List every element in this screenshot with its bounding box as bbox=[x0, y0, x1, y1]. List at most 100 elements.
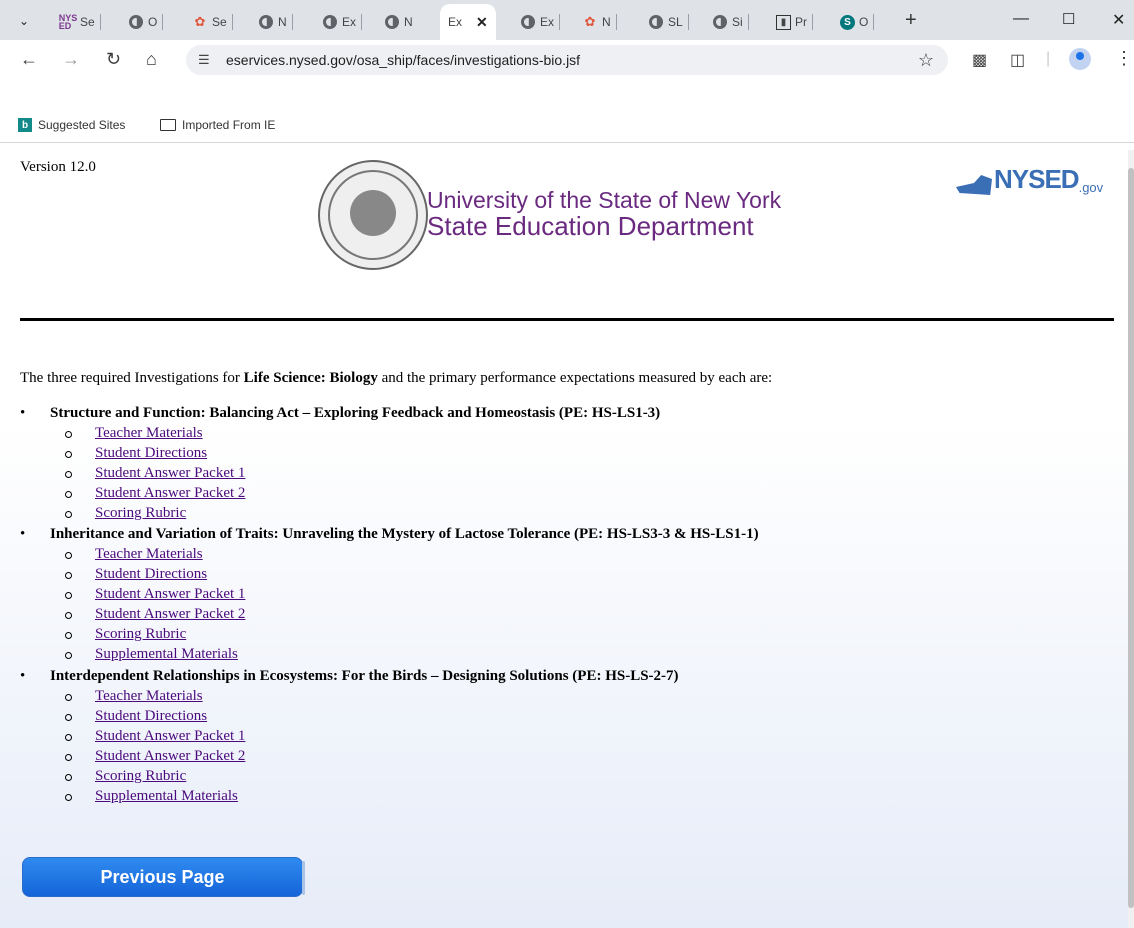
tab-active[interactable]: Ex ✕ bbox=[440, 4, 496, 40]
list-item: Student Directions bbox=[0, 445, 1120, 465]
investigation-title-text: Inheritance and Variation of Traits: Unr… bbox=[50, 526, 759, 542]
link-scoring-rubric[interactable]: Scoring Rubric bbox=[95, 505, 186, 521]
ny-state-map-icon bbox=[956, 175, 992, 195]
link-student-answer-packet-1[interactable]: Student Answer Packet 1 bbox=[95, 586, 245, 602]
maximize-button[interactable]: ☐ bbox=[1062, 10, 1075, 28]
tab-9[interactable]: ✿ N bbox=[582, 9, 617, 35]
close-window-button[interactable]: ✕ bbox=[1112, 10, 1125, 30]
tab-label: Pr bbox=[795, 15, 807, 29]
back-button[interactable]: ← bbox=[20, 49, 38, 70]
tab-label: Se bbox=[212, 15, 227, 29]
tab-11[interactable]: Si bbox=[712, 9, 749, 35]
tab-label: Se bbox=[80, 15, 95, 29]
nysed-gov-logo[interactable]: NYSED .gov bbox=[956, 164, 1103, 195]
list-item: Teacher Materials bbox=[0, 688, 1120, 708]
tab-separator bbox=[361, 14, 363, 30]
bookmark-label: Imported From IE bbox=[182, 118, 276, 132]
extension-icon[interactable]: ▩ bbox=[972, 50, 987, 70]
investigation-links: Teacher Materials Student Directions Stu… bbox=[0, 425, 1120, 525]
link-student-answer-packet-2[interactable]: Student Answer Packet 2 bbox=[95, 748, 245, 764]
investigation-title-text: Interdependent Relationships in Ecosyste… bbox=[50, 668, 679, 684]
site-info-icon[interactable]: ☰ bbox=[198, 52, 216, 68]
link-scoring-rubric[interactable]: Scoring Rubric bbox=[95, 626, 186, 642]
globe-icon bbox=[520, 14, 536, 30]
previous-page-button[interactable]: Previous Page bbox=[22, 857, 305, 897]
tab-4[interactable]: N bbox=[258, 9, 293, 35]
tab-search-button[interactable]: ⌄ bbox=[12, 9, 36, 33]
browser-toolbar: ← → ↻ ⌂ ☰ eservices.nysed.gov/osa_ship/f… bbox=[0, 40, 1134, 78]
folder-icon bbox=[160, 119, 176, 131]
menu-kebab-icon[interactable]: ⋮ bbox=[1115, 48, 1133, 69]
bullet bbox=[65, 511, 72, 518]
bullet bbox=[65, 552, 72, 559]
header-divider bbox=[20, 318, 1114, 321]
bookmark-imported-from-ie[interactable]: Imported From IE bbox=[160, 118, 275, 132]
link-student-directions[interactable]: Student Directions bbox=[95, 708, 207, 724]
link-teacher-materials[interactable]: Teacher Materials bbox=[95, 688, 203, 704]
tab-6[interactable]: N bbox=[384, 9, 413, 35]
bookmarks-bar: b Suggested Sites Imported From IE bbox=[0, 112, 1134, 143]
intro-subject: Life Science: Biology bbox=[243, 370, 378, 386]
globe-icon bbox=[712, 14, 728, 30]
profile-avatar[interactable] bbox=[1069, 48, 1091, 70]
tab-separator bbox=[99, 14, 101, 30]
close-tab-icon[interactable]: ✕ bbox=[476, 14, 488, 31]
list-item: Scoring Rubric bbox=[0, 768, 1120, 788]
tab-separator bbox=[873, 14, 875, 30]
link-scoring-rubric[interactable]: Scoring Rubric bbox=[95, 768, 186, 784]
tab-13[interactable]: S O bbox=[840, 9, 875, 35]
bullet bbox=[65, 471, 72, 478]
tab-10[interactable]: SL bbox=[648, 9, 689, 35]
globe-icon bbox=[648, 14, 664, 30]
tab-1[interactable]: NYS ED Se bbox=[58, 9, 101, 35]
bookmark-suggested-sites[interactable]: b Suggested Sites bbox=[18, 118, 125, 132]
bullet bbox=[65, 612, 72, 619]
link-teacher-materials[interactable]: Teacher Materials bbox=[95, 546, 203, 562]
globe-icon bbox=[322, 14, 338, 30]
intro-post: and the primary performance expectations… bbox=[377, 370, 773, 386]
tab-label: Ex bbox=[540, 15, 555, 29]
investigation-title: • Interdependent Relationships in Ecosyst… bbox=[0, 668, 1120, 688]
new-tab-button[interactable]: + bbox=[905, 9, 917, 32]
tab-separator bbox=[747, 14, 749, 30]
nysed-favicon-icon: NYS ED bbox=[58, 13, 78, 31]
bookmark-star-icon[interactable]: ☆ bbox=[918, 50, 934, 71]
forward-button[interactable]: → bbox=[62, 49, 80, 70]
extensions-puzzle-icon[interactable]: ◫ bbox=[1010, 50, 1025, 70]
tab-12[interactable]: ▮ Pr bbox=[776, 9, 813, 35]
bookmark-label: Suggested Sites bbox=[38, 118, 126, 132]
minimize-button[interactable]: — bbox=[1013, 10, 1029, 28]
bullet bbox=[65, 794, 72, 801]
link-student-directions[interactable]: Student Directions bbox=[95, 445, 207, 461]
link-supplemental-materials[interactable]: Supplemental Materials bbox=[95, 788, 238, 804]
page-scrollbar[interactable] bbox=[1128, 150, 1134, 928]
tab-5[interactable]: Ex bbox=[322, 9, 363, 35]
link-supplemental-materials[interactable]: Supplemental Materials bbox=[95, 646, 238, 662]
tab-8[interactable]: Ex bbox=[520, 9, 561, 35]
reload-button[interactable]: ↻ bbox=[106, 49, 121, 70]
url-text[interactable]: eservices.nysed.gov/osa_ship/faces/inves… bbox=[226, 52, 580, 68]
address-bar[interactable]: ☰ eservices.nysed.gov/osa_ship/faces/inv… bbox=[186, 45, 948, 75]
scrollbar-thumb[interactable] bbox=[1128, 168, 1134, 908]
tab-separator bbox=[615, 14, 617, 30]
tab-2[interactable]: O bbox=[128, 9, 164, 35]
home-button[interactable]: ⌂ bbox=[146, 49, 157, 70]
tab-separator bbox=[812, 14, 813, 30]
link-student-answer-packet-1[interactable]: Student Answer Packet 1 bbox=[95, 465, 245, 481]
bullet bbox=[65, 694, 72, 701]
link-student-answer-packet-1[interactable]: Student Answer Packet 1 bbox=[95, 728, 245, 744]
list-item: Student Answer Packet 1 bbox=[0, 728, 1120, 748]
sharepoint-icon: S bbox=[840, 14, 855, 30]
bullet bbox=[65, 431, 72, 438]
tab-separator bbox=[559, 14, 561, 30]
link-student-answer-packet-2[interactable]: Student Answer Packet 2 bbox=[95, 606, 245, 622]
tab-3[interactable]: ✿ Se bbox=[192, 9, 233, 35]
bullet bbox=[65, 491, 72, 498]
link-teacher-materials[interactable]: Teacher Materials bbox=[95, 425, 203, 441]
list-item: Student Directions bbox=[0, 566, 1120, 586]
bullet bbox=[65, 632, 72, 639]
link-student-answer-packet-2[interactable]: Student Answer Packet 2 bbox=[95, 485, 245, 501]
investigation-links: Teacher Materials Student Directions Stu… bbox=[0, 546, 1120, 666]
link-student-directions[interactable]: Student Directions bbox=[95, 566, 207, 582]
org-title: University of the State of New York Stat… bbox=[427, 188, 781, 240]
